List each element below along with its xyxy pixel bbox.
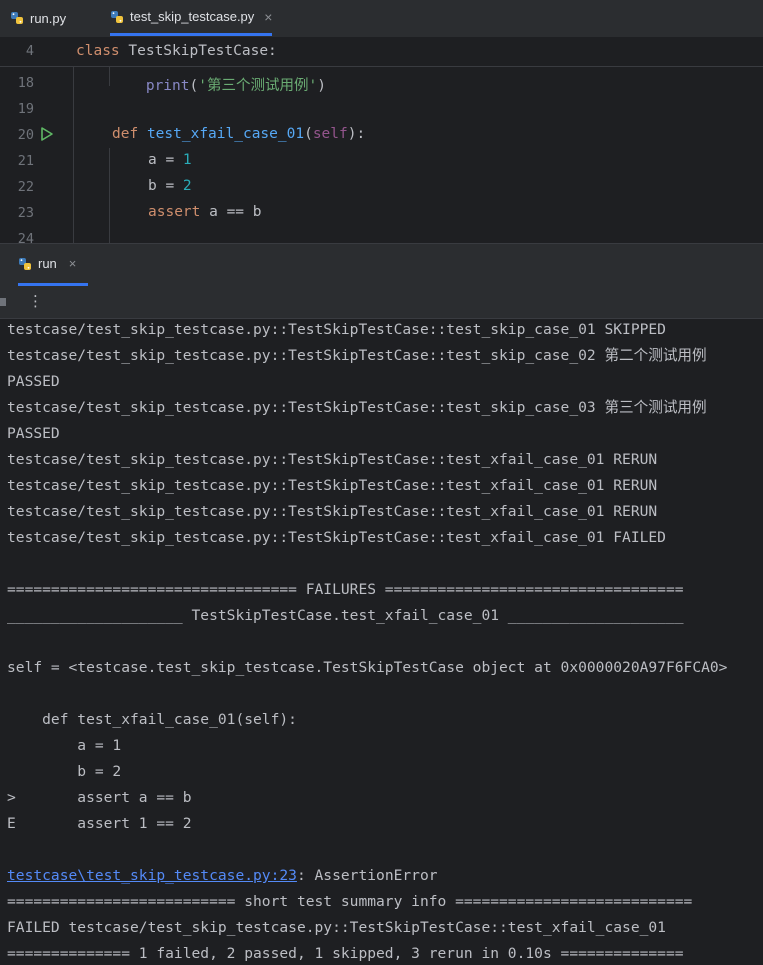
console-line: ================================= FAILUR…: [7, 581, 684, 598]
console-line: E assert 1 == 2: [7, 815, 192, 832]
editor-tab-bar: run.py test_skip_testcase.py ×: [0, 0, 763, 38]
failed-summary-line: FAILED testcase/test_skip_testcase.py::T…: [7, 919, 666, 936]
builtin-print: print: [145, 78, 190, 94]
assignment: b =: [148, 178, 183, 194]
sticky-scroll-header[interactable]: 4 class TestSkipTestCase:: [0, 38, 763, 67]
python-file-icon: [10, 11, 24, 25]
tab-run-py[interactable]: run.py: [10, 0, 66, 36]
tab-label: run.py: [30, 10, 67, 26]
console-line: ____________________ TestSkipTestCase.te…: [7, 607, 684, 624]
line-number: 20: [17, 127, 34, 143]
line-number: 19: [17, 101, 34, 117]
console-line: PASSED: [7, 373, 60, 390]
console-line: b = 2: [7, 763, 122, 780]
code-line: class TestSkipTestCase:: [76, 43, 277, 59]
line-number: 4: [25, 43, 34, 59]
code-line: a = 1: [148, 152, 192, 168]
self-param: self: [312, 126, 348, 142]
code-line: assert a == b: [148, 204, 262, 220]
assignment: a =: [148, 152, 183, 168]
console-line: testcase/test_skip_testcase.py::TestSkip…: [7, 529, 666, 546]
final-result-line: ============== 1 failed, 2 passed, 1 ski…: [7, 945, 684, 962]
string-literal: '第三个测试用例': [198, 78, 318, 94]
console-line: testcase/test_skip_testcase.py::TestSkip…: [7, 347, 707, 364]
line-number: 23: [17, 205, 34, 221]
line-number: 24: [17, 231, 34, 243]
indent-guide: [73, 66, 74, 243]
console-line: PASSED: [7, 425, 60, 442]
class-name: TestSkipTestCase:: [119, 43, 277, 59]
code-line: print('第三个测试用例'): [76, 74, 326, 95]
run-console-output[interactable]: testcase/test_skip_testcase.py::TestSkip…: [0, 319, 763, 965]
tab-run[interactable]: run ×: [18, 244, 88, 286]
close-icon[interactable]: ×: [69, 256, 77, 271]
console-line: testcase\test_skip_testcase.py:23: Asser…: [7, 863, 438, 889]
console-line: testcase/test_skip_testcase.py::TestSkip…: [7, 477, 658, 494]
stop-icon[interactable]: [0, 298, 6, 306]
code-editor[interactable]: 4 class TestSkipTestCase: 18 print('第三个测…: [0, 38, 763, 243]
console-line: > assert a == b: [7, 789, 192, 806]
console-line: def test_xfail_case_01(self):: [7, 711, 297, 728]
source-file-link[interactable]: testcase\test_skip_testcase.py:23: [7, 867, 297, 884]
paren: (: [189, 78, 199, 94]
run-tool-window-header: run ×: [0, 243, 763, 286]
number-literal: 1: [182, 152, 192, 168]
paren: ): [317, 78, 326, 94]
console-line: testcase/test_skip_testcase.py::TestSkip…: [7, 503, 658, 520]
more-options-icon[interactable]: ⋮: [28, 292, 43, 310]
error-text: : AssertionError: [296, 867, 438, 884]
line-number: 18: [17, 75, 34, 91]
console-line: testcase/test_skip_testcase.py::TestSkip…: [7, 451, 658, 468]
paren: ):: [347, 126, 366, 142]
console-line: testcase/test_skip_testcase.py::TestSkip…: [7, 399, 707, 416]
console-line: self = <testcase.test_skip_testcase.Test…: [7, 659, 728, 676]
function-name: test_xfail_case_01: [146, 126, 305, 142]
summary-header: ========================== short test su…: [7, 893, 693, 910]
tab-test-skip-testcase[interactable]: test_skip_testcase.py ×: [110, 0, 273, 36]
python-file-icon: [110, 10, 124, 24]
run-test-icon[interactable]: [40, 126, 54, 146]
console-line: a = 1: [7, 737, 122, 754]
python-run-icon: [18, 257, 32, 271]
keyword: def: [112, 126, 139, 142]
code-line: def test_xfail_case_01(self):: [112, 126, 365, 142]
console-line: testcase/test_skip_testcase.py::TestSkip…: [7, 321, 666, 338]
line-number: 22: [17, 179, 34, 195]
run-tab-label: run: [38, 256, 57, 271]
run-toolbar: ⋮: [0, 286, 763, 319]
keyword: assert: [148, 204, 201, 220]
indent-guide: [109, 148, 110, 243]
expression: a == b: [200, 204, 262, 220]
paren: (: [304, 126, 313, 142]
number-literal: 2: [182, 178, 192, 194]
tab-label: test_skip_testcase.py: [130, 9, 255, 24]
close-icon[interactable]: ×: [264, 9, 272, 25]
line-number: 21: [17, 153, 34, 169]
code-line: b = 2: [148, 178, 192, 194]
keyword: class: [76, 43, 120, 59]
